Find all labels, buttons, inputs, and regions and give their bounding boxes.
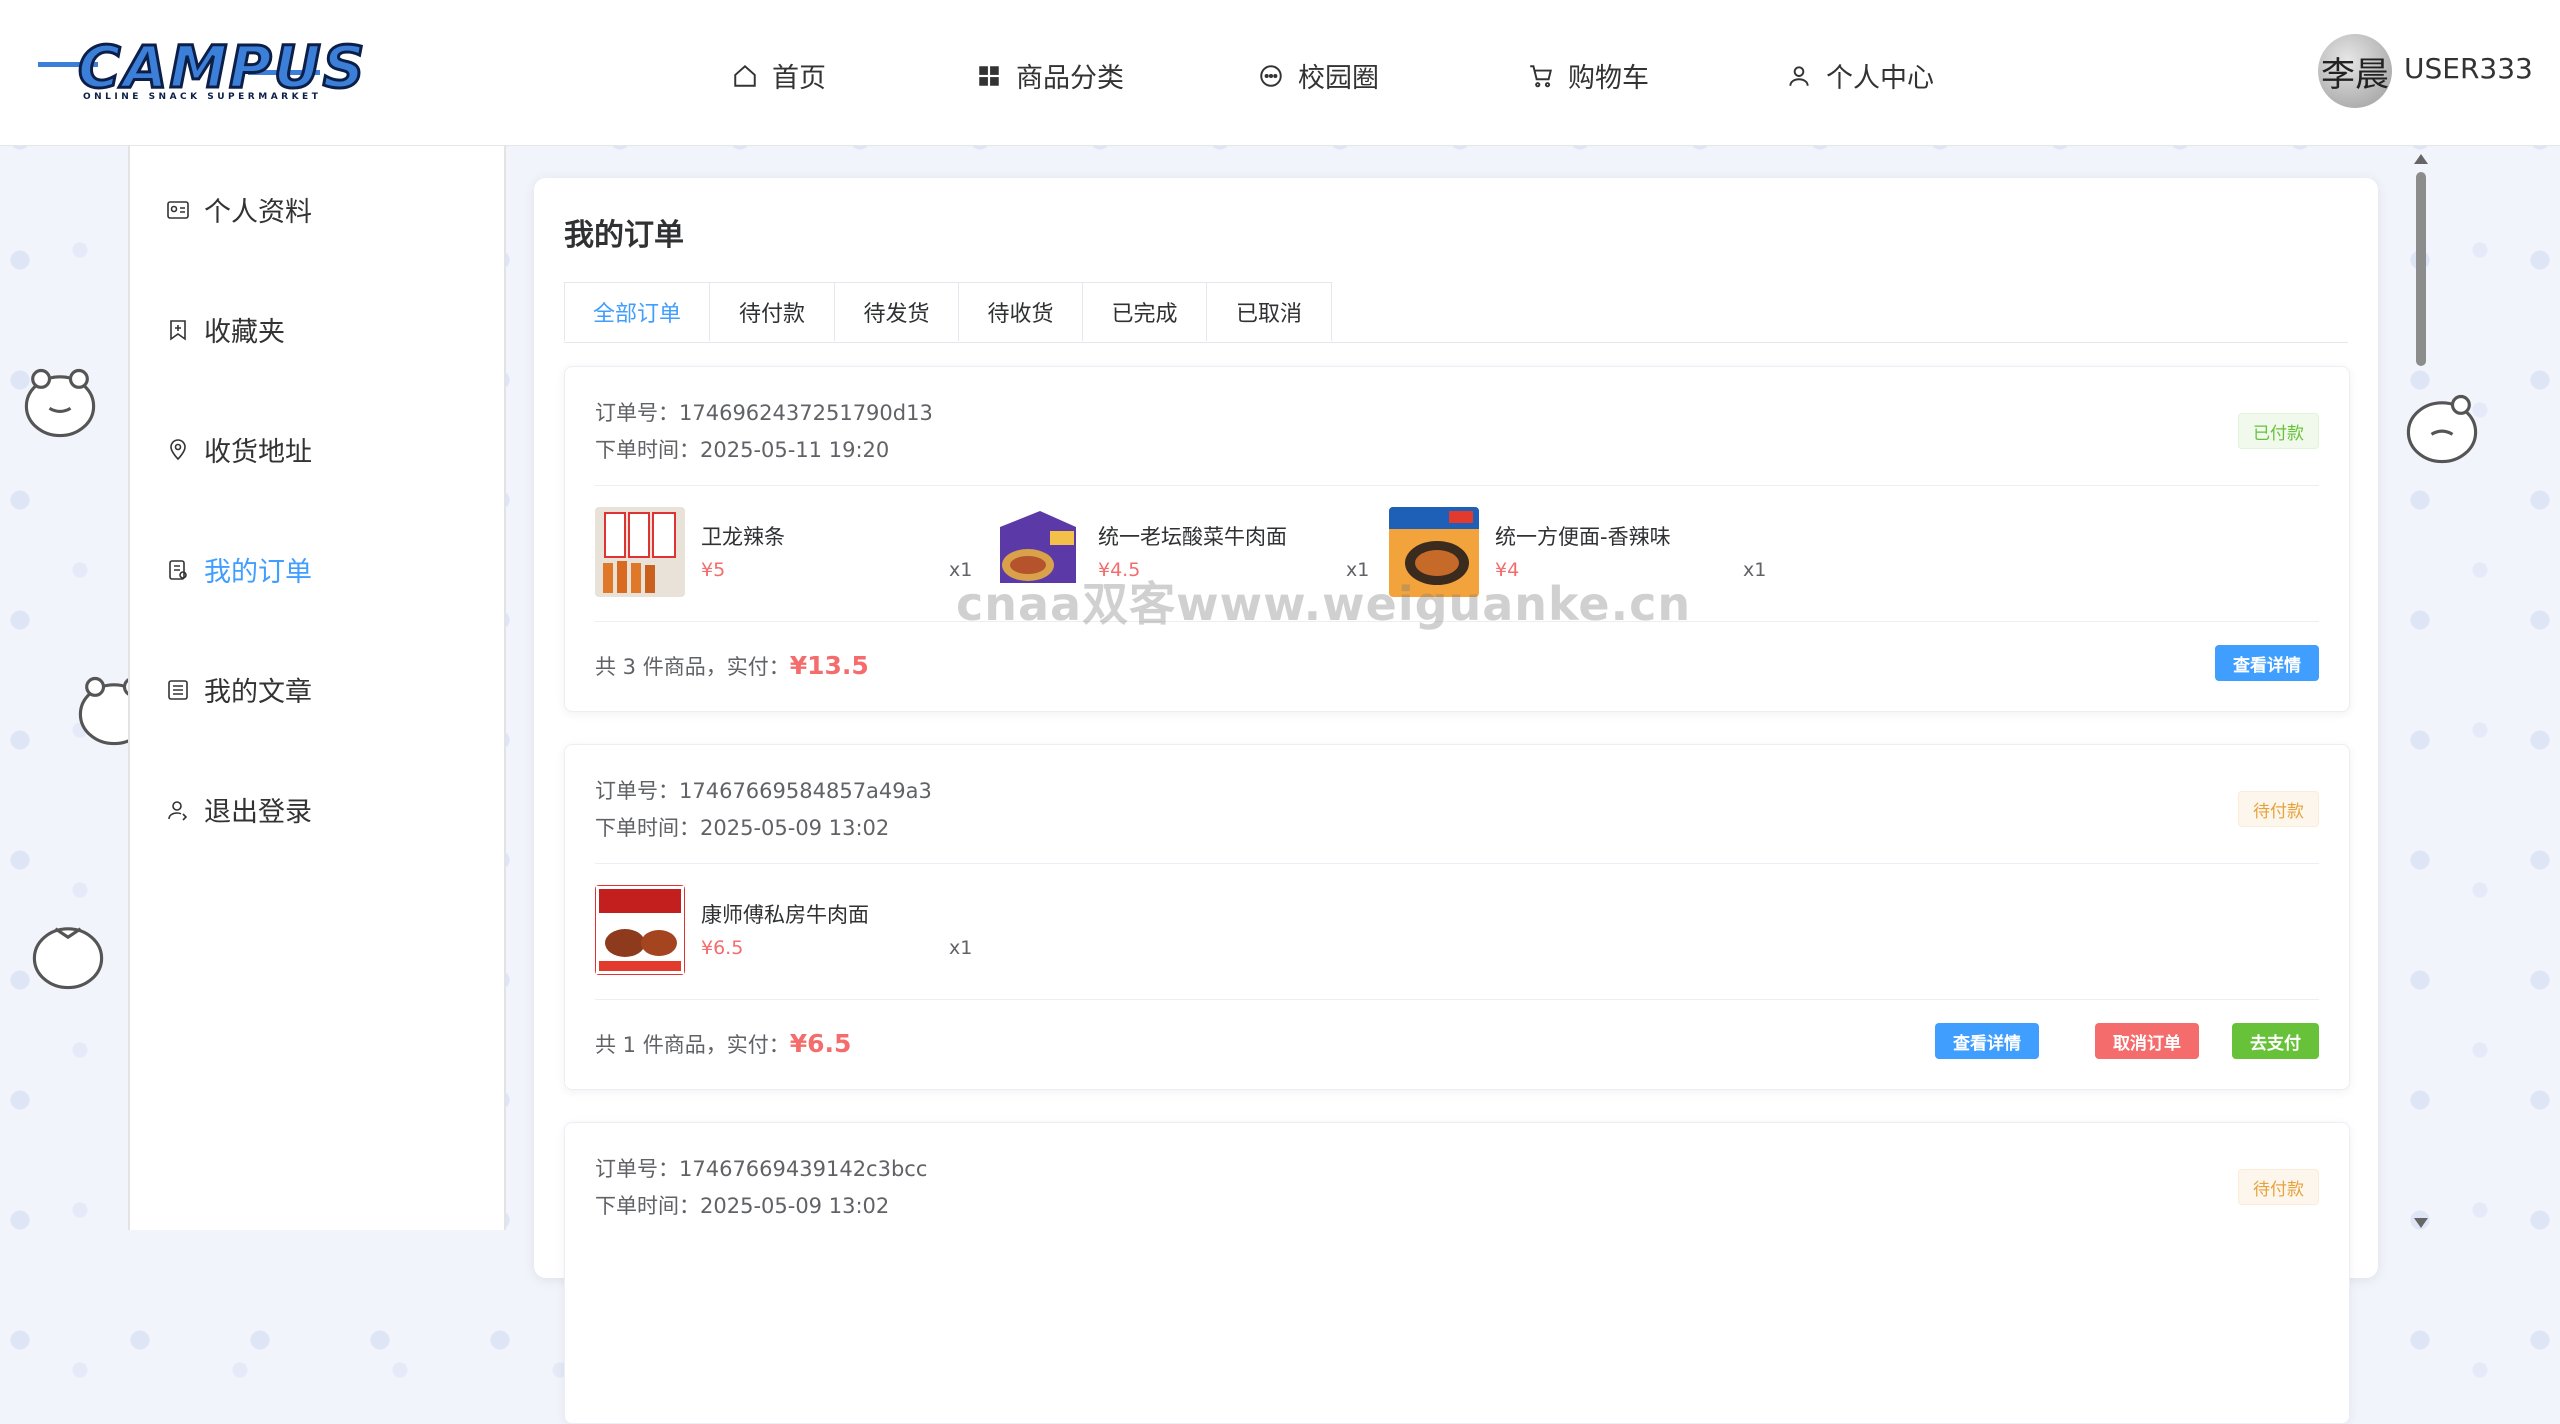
cancel-order-button[interactable]: 取消订单: [2095, 1023, 2199, 1059]
mascot-decoration: [24, 368, 96, 438]
bookmark-icon: [170, 319, 186, 341]
product-name: 康师傅私房牛肉面: [701, 903, 869, 927]
summary-text: 共 3 件商品，实付：: [595, 655, 790, 679]
order-time: 下单时间：2025-05-11 19:20: [595, 438, 890, 462]
orders-panel: 我的订单 全部订单 待付款 待发货 待收货 已完成 已取消 订单号：174696…: [534, 178, 2378, 1424]
article-icon: [168, 679, 188, 700]
mascot-decoration: [32, 927, 104, 990]
nav-categories[interactable]: 商品分类: [976, 56, 1124, 95]
nav-personal-center[interactable]: 个人中心: [1786, 56, 1934, 95]
nav-label: 商品分类: [1016, 63, 1124, 94]
order-card: 订单号：1746962437251790d13 下单时间：2025-05-11 …: [564, 366, 2350, 712]
logo-text: CAMPUS: [77, 33, 367, 102]
status-badge: 待付款: [2238, 791, 2319, 827]
scroll-up-arrow[interactable]: [2414, 154, 2428, 164]
scrollbar-thumb[interactable]: [2416, 172, 2426, 366]
nav-campus-circle[interactable]: 校园圈: [1258, 56, 1379, 95]
order-tabs: 全部订单 待付款 待发货 待收货 已完成 已取消: [564, 282, 2348, 343]
order-icon: [169, 559, 187, 580]
divider: [595, 485, 2319, 486]
nav-cart[interactable]: 购物车: [1528, 56, 1649, 95]
order-card: 订单号：17467669439142c3bcc 下单时间：2025-05-09 …: [564, 1122, 2350, 1424]
product-image: [595, 885, 685, 975]
order-time: 下单时间：2025-05-09 13:02: [595, 816, 890, 840]
product-image: [595, 507, 685, 597]
sidebar-item-orders[interactable]: 我的订单: [166, 550, 312, 589]
home-icon: [734, 64, 756, 87]
sidebar-item-label: 退出登录: [204, 797, 312, 828]
tab-pending-shipment[interactable]: 待发货: [834, 282, 959, 341]
cart-icon: [1530, 64, 1552, 87]
product-quantity: x1: [949, 937, 973, 959]
order-number: 订单号：17467669439142c3bcc: [595, 1157, 928, 1181]
top-header: CAMPUS ONLINE SNACK SUPERMARKET 首页 商品分类 …: [0, 0, 2560, 146]
avatar[interactable]: 李晨: [2318, 34, 2392, 108]
product-name: 统一方便面-香辣味: [1495, 525, 1671, 549]
location-icon: [170, 438, 186, 460]
username[interactable]: USER333: [2404, 52, 2533, 85]
product-price: ¥6.5: [701, 937, 744, 959]
order-number: 订单号：17467669584857a49a3: [595, 779, 932, 803]
order-summary: 共 3 件商品，实付：¥13.5: [595, 651, 869, 681]
nav-label: 校园圈: [1298, 63, 1379, 94]
status-badge: 待付款: [2238, 1169, 2319, 1205]
tab-pending-payment[interactable]: 待付款: [709, 282, 835, 341]
order-number: 订单号：1746962437251790d13: [595, 401, 933, 425]
campus-logo[interactable]: CAMPUS ONLINE SNACK SUPERMARKET: [38, 33, 366, 106]
product-quantity: x1: [1743, 559, 1767, 581]
order-summary: 共 1 件商品，实付：¥6.5: [595, 1029, 851, 1059]
view-details-button[interactable]: 查看详情: [1935, 1023, 2039, 1059]
summary-text: 共 1 件商品，实付：: [595, 1033, 790, 1057]
status-badge: 已付款: [2238, 413, 2319, 449]
divider: [595, 863, 2319, 864]
grid-icon: [979, 65, 999, 86]
logo-subtitle: ONLINE SNACK SUPERMARKET: [83, 92, 322, 102]
scrollbar[interactable]: [2410, 150, 2432, 1230]
order-time: 下单时间：2025-05-09 13:02: [595, 1194, 890, 1218]
sidebar-item-label: 我的订单: [204, 557, 312, 588]
nav-label: 首页: [772, 63, 826, 94]
tab-pending-receipt[interactable]: 待收货: [958, 282, 1083, 341]
user-icon: [1789, 65, 1809, 86]
order-total: ¥13.5: [789, 651, 869, 680]
watermark: cnaa双客www.weiguanke.cn: [956, 577, 1692, 631]
sidebar-item-label: 我的文章: [204, 677, 312, 708]
sidebar: 个人资料 收藏夹 收货地址 我的订单 我的文章 退出登录: [128, 146, 506, 1230]
order-total: ¥6.5: [789, 1029, 852, 1058]
sidebar-item-favorites[interactable]: 收藏夹: [166, 310, 285, 349]
tab-completed[interactable]: 已完成: [1082, 282, 1207, 341]
product-item[interactable]: 康师傅私房牛肉面 ¥6.5 x1: [595, 885, 995, 977]
tab-all-orders[interactable]: 全部订单: [564, 282, 710, 341]
id-card-icon: [167, 200, 189, 219]
sidebar-item-label: 收藏夹: [204, 317, 285, 348]
view-details-button[interactable]: 查看详情: [2215, 645, 2319, 681]
chat-icon: [1260, 64, 1282, 87]
product-name: 统一老坛酸菜牛肉面: [1098, 525, 1287, 549]
nav-label: 个人中心: [1826, 63, 1934, 94]
nav-label: 购物车: [1568, 63, 1649, 94]
sidebar-item-logout[interactable]: 退出登录: [166, 790, 312, 829]
divider: [595, 999, 2319, 1000]
sidebar-item-address[interactable]: 收货地址: [166, 430, 312, 469]
page-title: 我的订单: [564, 218, 684, 253]
sidebar-item-label: 个人资料: [204, 197, 312, 228]
product-item[interactable]: 卫龙辣条 ¥5 x1: [595, 507, 995, 599]
sidebar-item-profile[interactable]: 个人资料: [166, 190, 312, 229]
scroll-down-arrow[interactable]: [2414, 1218, 2428, 1228]
pay-now-button[interactable]: 去支付: [2232, 1023, 2319, 1059]
product-price: ¥5: [701, 559, 726, 581]
product-name: 卫龙辣条: [701, 525, 785, 549]
tab-cancelled[interactable]: 已取消: [1206, 282, 1332, 341]
nav-home[interactable]: 首页: [732, 56, 826, 95]
sidebar-item-articles[interactable]: 我的文章: [166, 670, 312, 709]
logout-icon: [168, 800, 188, 821]
sidebar-item-label: 收货地址: [204, 437, 312, 468]
order-card: 订单号：17467669584857a49a3 下单时间：2025-05-09 …: [564, 744, 2350, 1090]
